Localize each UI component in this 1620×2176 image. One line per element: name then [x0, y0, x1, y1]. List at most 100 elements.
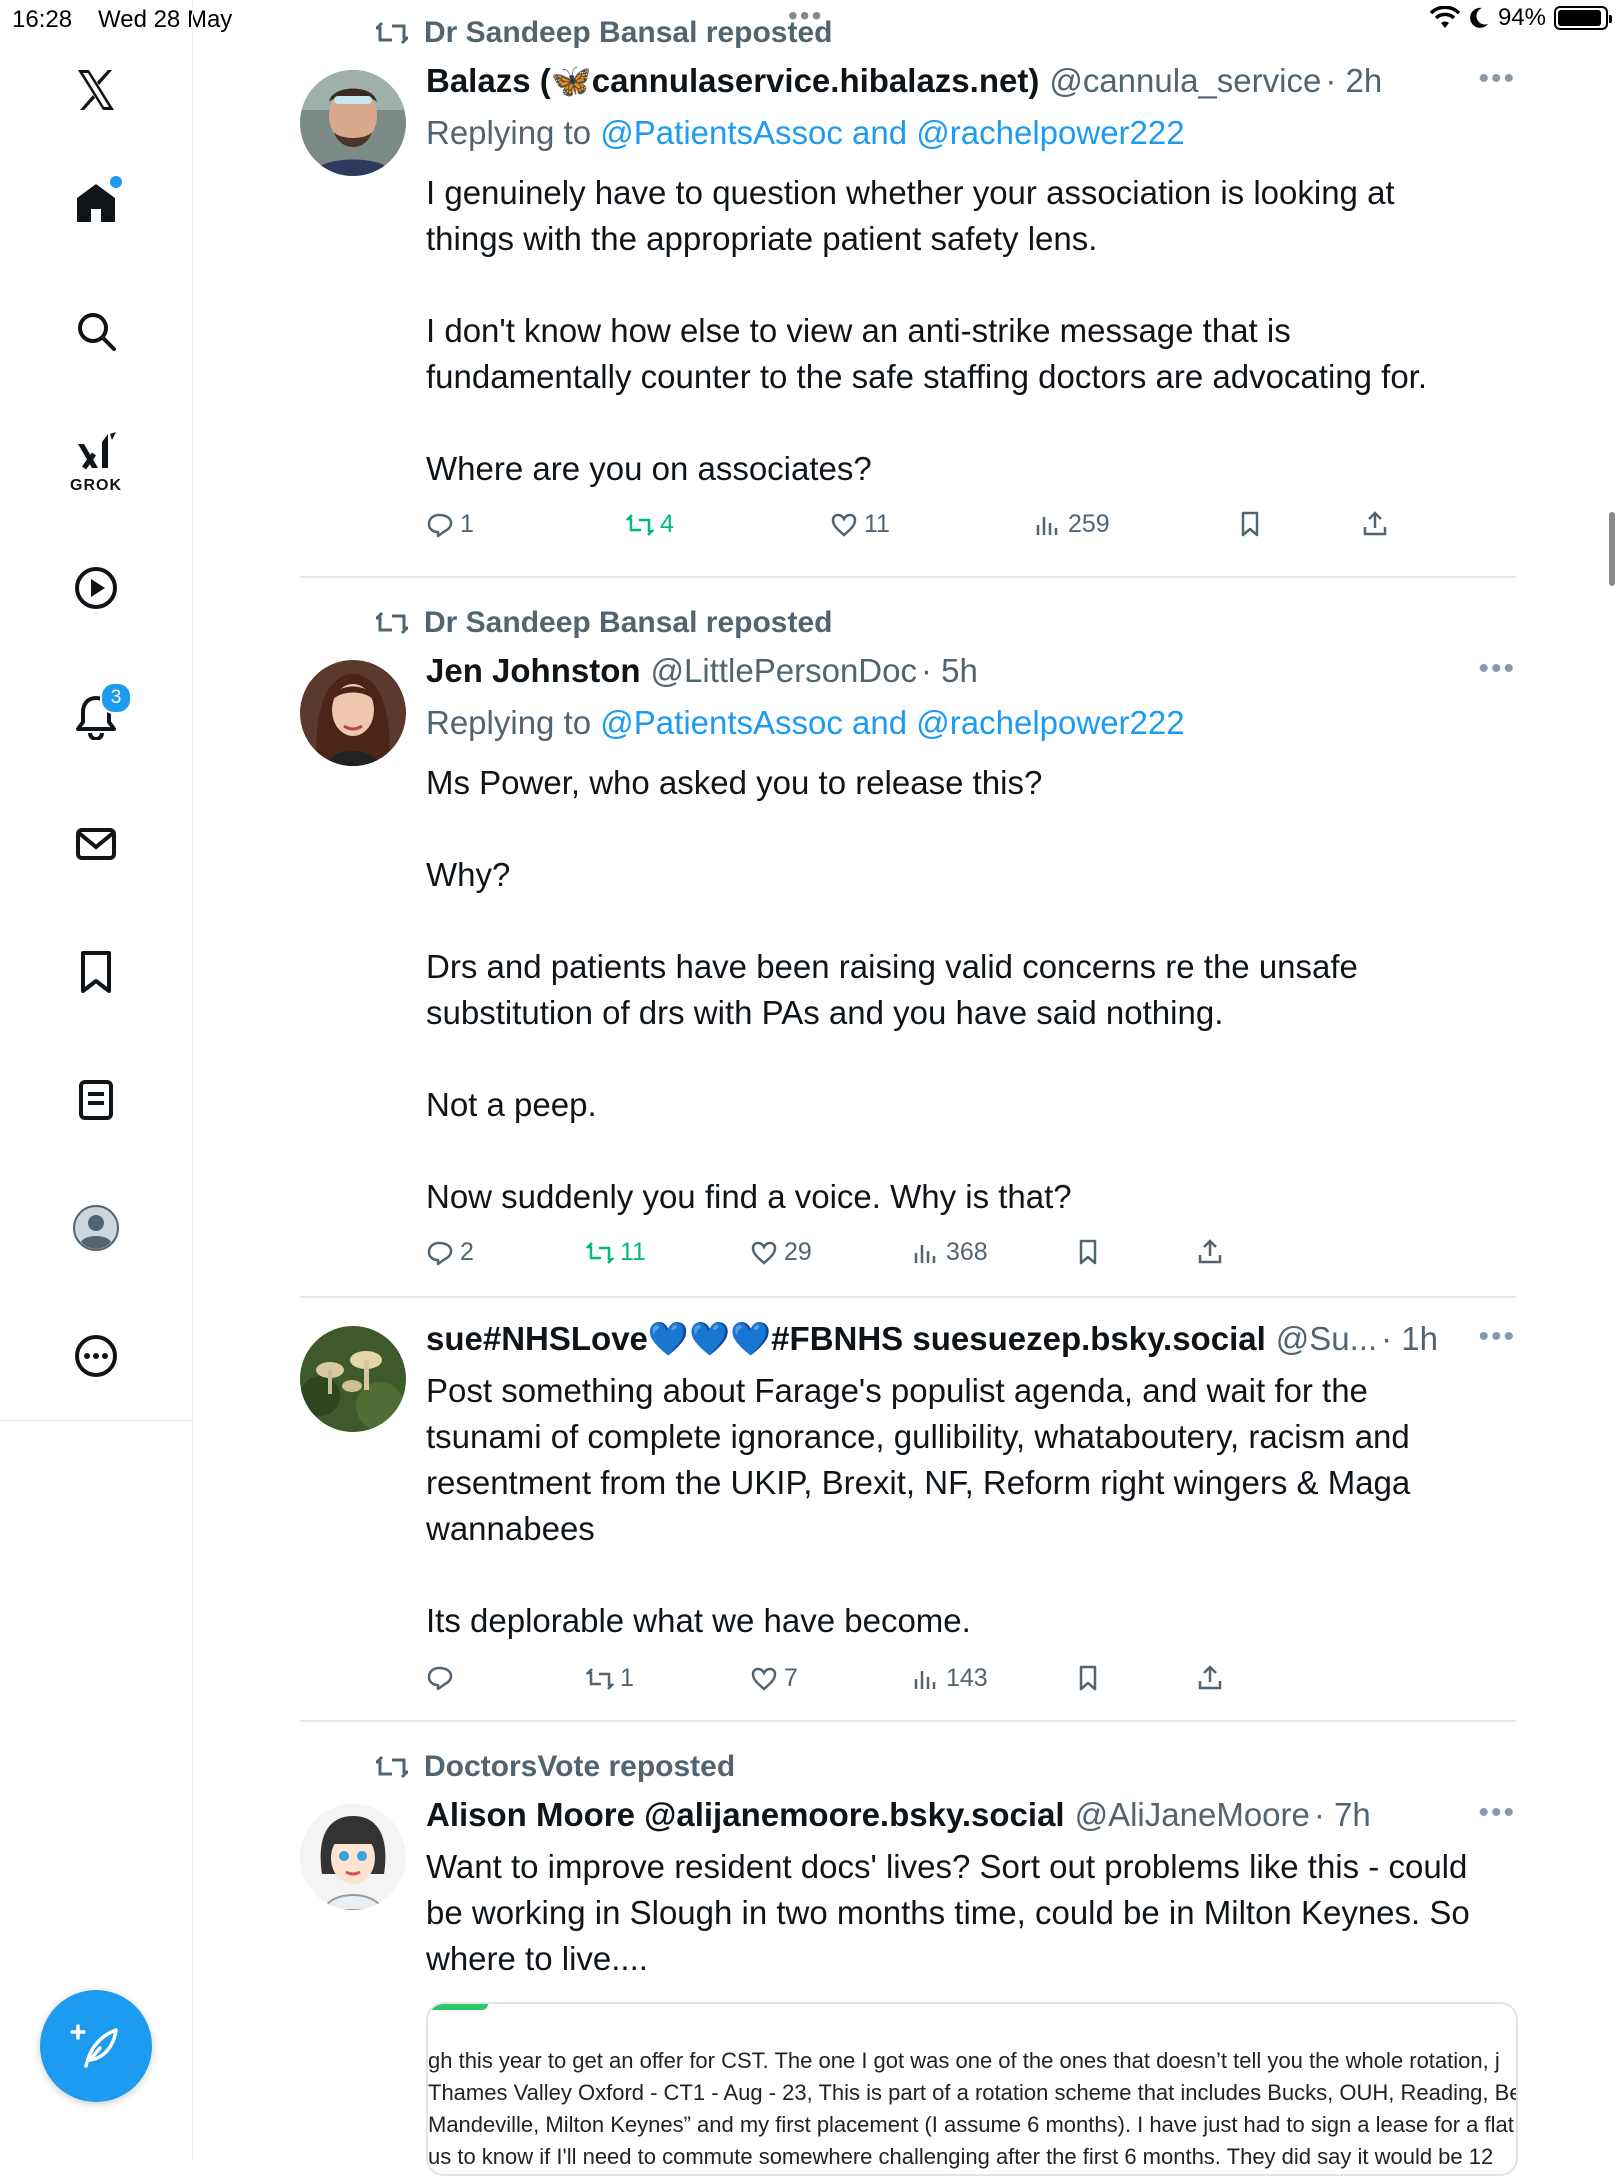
- reply-button[interactable]: 1: [426, 510, 474, 539]
- repost-icon: [376, 1755, 408, 1779]
- views-button[interactable]: 368: [912, 1238, 988, 1267]
- post-time[interactable]: · 7h: [1314, 1796, 1371, 1834]
- avatar[interactable]: [300, 1804, 406, 1910]
- more-options-icon[interactable]: •••: [1478, 62, 1516, 96]
- share-icon: [1363, 511, 1387, 536]
- sidebar-item-more[interactable]: [60, 1320, 132, 1392]
- repost-icon: [626, 513, 654, 536]
- post-header: Balazs (🦋cannulaservice.hibalazs.net) @c…: [426, 62, 1516, 101]
- sidebar-item-explore[interactable]: [60, 295, 132, 367]
- author-handle[interactable]: @cannula_service: [1049, 62, 1321, 100]
- author-name[interactable]: Jen Johnston: [426, 652, 641, 690]
- scrollbar[interactable]: [1609, 512, 1615, 586]
- like-button[interactable]: 11: [830, 510, 890, 539]
- post-paragraph: Ms Power, who asked you to release this?: [426, 764, 1043, 801]
- view-count: 368: [946, 1238, 988, 1266]
- post-paragraph: Its deplorable what we have become.: [426, 1602, 971, 1639]
- repost-button[interactable]: 4: [626, 510, 674, 539]
- share-button[interactable]: [1196, 1238, 1224, 1266]
- battery-fill: [1558, 10, 1601, 26]
- post-time[interactable]: · 2h: [1325, 62, 1382, 100]
- replying-to-link[interactable]: @PatientsAssoc and @rachelpower222: [600, 114, 1184, 151]
- more-options-icon[interactable]: •••: [1478, 1320, 1516, 1354]
- repost-icon: [586, 1667, 614, 1690]
- author-name[interactable]: sue#NHSLove💙💙💙#FBNHS suesuezep.bsky.soci…: [426, 1320, 1266, 1359]
- x-logo-icon[interactable]: [60, 54, 132, 126]
- bookmark-button[interactable]: [1236, 510, 1264, 538]
- replying-to-link[interactable]: @PatientsAssoc and @rachelpower222: [600, 704, 1184, 741]
- sidebar-item-bookmarks[interactable]: [60, 936, 132, 1008]
- post-paragraph: Want to improve resident docs' lives? So…: [426, 1848, 1470, 1977]
- like-button[interactable]: 7: [750, 1664, 798, 1693]
- repost-button[interactable]: 11: [586, 1238, 646, 1267]
- reply-count: 1: [460, 510, 474, 538]
- repost-label[interactable]: DoctorsVote reposted: [424, 1750, 735, 1784]
- avatar[interactable]: [300, 660, 406, 766]
- sidebar-item-video[interactable]: [60, 552, 132, 624]
- post-paragraph: I don't know how else to view an anti-st…: [426, 312, 1428, 395]
- reply-icon: [427, 1241, 453, 1265]
- repost-count: 1: [620, 1664, 634, 1692]
- heart-icon: [831, 513, 857, 537]
- replying-to-prefix: Replying to: [426, 114, 592, 151]
- post-paragraph: Now suddenly you find a voice. Why is th…: [426, 1178, 1072, 1215]
- bookmark-icon: [1241, 511, 1259, 537]
- bookmark-icon: [1079, 1665, 1097, 1691]
- reply-button[interactable]: [426, 1664, 460, 1692]
- sidebar-item-home[interactable]: [60, 166, 132, 238]
- more-options-icon[interactable]: •••: [1478, 652, 1516, 686]
- author-name[interactable]: Balazs (🦋cannulaservice.hibalazs.net): [426, 62, 1039, 101]
- like-count: 11: [864, 510, 890, 538]
- search-icon: [78, 313, 116, 351]
- share-button[interactable]: [1196, 1664, 1224, 1692]
- author-handle[interactable]: @LittlePersonDoc: [651, 652, 917, 690]
- view-count: 143: [946, 1664, 988, 1692]
- sidebar-item-articles[interactable]: [60, 1064, 132, 1136]
- more-options-icon[interactable]: •••: [1478, 1796, 1516, 1830]
- sidebar-item-profile[interactable]: [60, 1192, 132, 1264]
- like-button[interactable]: 29: [750, 1238, 812, 1267]
- bookmark-button[interactable]: [1074, 1664, 1102, 1692]
- sidebar-item-messages[interactable]: [60, 808, 132, 880]
- notifications-badge: 3: [100, 682, 132, 714]
- compose-feather-icon: [70, 2024, 118, 2068]
- grok-label: GROK: [70, 477, 122, 494]
- post-header: sue#NHSLove💙💙💙#FBNHS suesuezep.bsky.soci…: [426, 1320, 1516, 1359]
- image-accent-bar: [428, 2004, 488, 2010]
- wifi-icon: [1429, 6, 1460, 28]
- author-handle[interactable]: @AliJaneMoore: [1075, 1796, 1310, 1834]
- post-image-card[interactable]: gh this year to get an offer for CST. Th…: [426, 2002, 1518, 2176]
- post-time[interactable]: · 1h: [1381, 1320, 1438, 1358]
- views-icon: [1036, 516, 1058, 535]
- reply-button[interactable]: 2: [426, 1238, 474, 1267]
- avatar[interactable]: [300, 70, 406, 176]
- bookmark-icon: [81, 951, 111, 993]
- compose-post-button[interactable]: [40, 1990, 152, 2102]
- share-button[interactable]: [1361, 510, 1389, 538]
- repost-icon: [376, 611, 408, 635]
- heart-icon: [751, 1241, 777, 1265]
- views-button[interactable]: 259: [1034, 510, 1110, 539]
- bookmark-button[interactable]: [1074, 1238, 1102, 1266]
- repost-label[interactable]: Dr Sandeep Bansal reposted: [424, 16, 832, 50]
- sidebar-item-notifications[interactable]: 3: [60, 680, 132, 752]
- author-name[interactable]: Alison Moore @alijanemoore.bsky.social: [426, 1796, 1065, 1834]
- post-paragraph: Not a peep.: [426, 1086, 597, 1123]
- reply-count: 2: [460, 1238, 474, 1266]
- post-text: Want to improve resident docs' lives? So…: [426, 1844, 1486, 1982]
- post-paragraph: I genuinely have to question whether you…: [426, 174, 1395, 257]
- views-button[interactable]: 143: [912, 1664, 988, 1693]
- post-text: Ms Power, who asked you to release this?…: [426, 760, 1486, 1220]
- author-handle[interactable]: @Su...: [1276, 1320, 1377, 1358]
- post-divider: [300, 1296, 1516, 1298]
- repost-header: DoctorsVote reposted: [376, 1750, 735, 1784]
- replying-to: Replying to @PatientsAssoc and @rachelpo…: [426, 704, 1185, 742]
- repost-icon: [376, 21, 408, 45]
- post-time[interactable]: · 5h: [921, 652, 978, 690]
- repost-button[interactable]: 1: [586, 1664, 634, 1693]
- more-circle-icon: [75, 1335, 117, 1377]
- replying-to: Replying to @PatientsAssoc and @rachelpo…: [426, 114, 1185, 152]
- heart-icon: [751, 1667, 777, 1691]
- repost-label[interactable]: Dr Sandeep Bansal reposted: [424, 606, 832, 640]
- avatar[interactable]: [300, 1326, 406, 1432]
